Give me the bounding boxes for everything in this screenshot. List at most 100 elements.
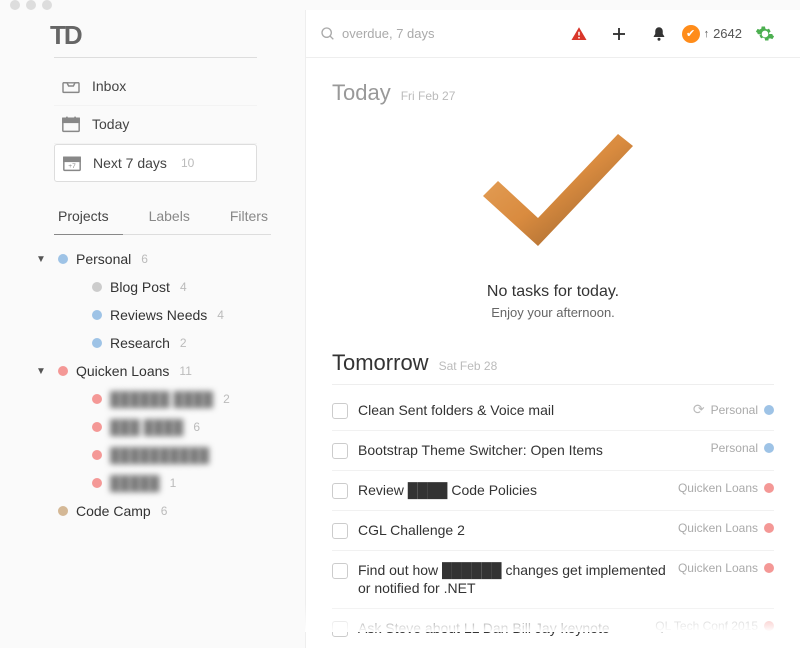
sidebar: TD InboxToday+7Next 7 days10 ProjectsLab… [0,10,305,648]
project-name: Code Camp [76,503,151,519]
project-count: 4 [180,280,187,294]
checkmark-hero-icon [453,126,653,266]
search-icon [320,26,336,42]
view-inbox[interactable]: Inbox [54,68,257,105]
project-color-dot [92,282,102,292]
project-name: Research [110,335,170,351]
view-label: Inbox [92,78,126,94]
task-row[interactable]: CGL Challenge 2 Quicken Loans [332,511,774,551]
svg-text:+7: +7 [68,163,76,170]
settings-button[interactable] [748,17,782,51]
project-count: 6 [193,420,200,434]
view-icon: +7 [61,153,83,173]
project-name: Blog Post [110,279,170,295]
project-item[interactable]: █████ 1 [70,469,281,497]
view-label: Today [92,116,129,132]
project-item[interactable]: Code Camp 6 [36,497,281,525]
project-count: 2 [180,336,187,350]
section-header: TomorrowSat Feb 28 [332,350,774,385]
section-date: Fri Feb 27 [401,89,456,103]
project-item[interactable]: ██████ ████2 [70,385,281,413]
project-name: Reviews Needs [110,307,207,323]
task-checkbox[interactable] [332,443,348,459]
chevron-down-icon[interactable]: ▼ [36,366,50,377]
task-row[interactable]: Find out how ██████ changes get implemen… [332,551,774,610]
task-checkbox[interactable] [332,403,348,419]
section-header: Today Fri Feb 27 [332,80,774,114]
sync-alert-button[interactable] [562,17,596,51]
alert-icon [570,25,588,43]
project-item[interactable]: Blog Post 4 [70,273,281,301]
project-name: Personal [76,251,131,267]
add-task-button[interactable] [602,17,636,51]
section-title: Today [332,80,391,106]
view-today[interactable]: Today [54,106,257,143]
project-name: Quicken Loans [76,363,169,379]
task-title: Clean Sent folders & Voice mail [358,401,683,420]
project-color-dot [92,478,102,488]
project-color-dot [92,422,102,432]
task-title: Find out how ██████ changes get implemen… [358,561,668,599]
notifications-button[interactable] [642,17,676,51]
task-checkbox[interactable] [332,483,348,499]
tab-filters[interactable]: Filters [226,200,282,234]
project-color-dot [92,310,102,320]
view-count: 10 [181,156,194,170]
empty-title: No tasks for today. [332,283,774,301]
project-color-dot [92,338,102,348]
task-checkbox[interactable] [332,523,348,539]
view-icon [60,114,82,134]
project-item[interactable]: ▼Personal6 [36,245,281,273]
project-color-dot [92,394,102,404]
gear-icon [755,24,775,44]
karma-score[interactable]: ✔ ↑ 2642 [682,25,742,43]
task-project-dot [764,523,774,533]
tab-projects[interactable]: Projects [54,200,123,235]
project-color-dot [58,506,68,516]
project-name: █████ [110,475,160,491]
toolbar: overdue, 7 days ✔ ↑ 2642 [306,10,800,58]
task-row[interactable]: Clean Sent folders & Voice mail⟳Personal [332,391,774,431]
task-project-dot [764,483,774,493]
task-project-label: Quicken Loans [678,561,758,575]
task-title: Bootstrap Theme Switcher: Open Items [358,441,701,460]
task-project-label: Quicken Loans [678,481,758,495]
project-count: 6 [161,504,168,518]
project-color-dot [58,254,68,264]
task-title: CGL Challenge 2 [358,521,668,540]
view-icon [60,76,82,96]
plus-icon [610,25,628,43]
project-color-dot [58,366,68,376]
project-color-dot [92,450,102,460]
karma-arrow-icon: ↑ [704,28,710,40]
karma-badge-icon: ✔ [682,25,700,43]
task-row[interactable]: Review ████ Code PoliciesQuicken Loans [332,471,774,511]
task-row[interactable]: Bootstrap Theme Switcher: Open ItemsPers… [332,431,774,471]
project-count: 11 [179,364,191,378]
section-title: Tomorrow [332,350,429,376]
project-item[interactable]: ██████████ [70,441,281,469]
task-project-label: Quicken Loans [678,521,758,535]
view-next-7-days[interactable]: +7Next 7 days10 [54,144,257,182]
project-item[interactable]: ███ ████6 [70,413,281,441]
project-item[interactable]: ▼ Quicken Loans 11 [36,357,281,385]
window-titlebar [0,0,800,10]
main-panel: overdue, 7 days ✔ ↑ 2642 [305,10,800,648]
tab-labels[interactable]: Labels [145,200,204,234]
chevron-down-icon[interactable]: ▼ [36,254,50,265]
window-close-dot[interactable] [10,0,20,10]
project-count: 1 [170,476,177,490]
task-project-label: Personal [711,403,758,417]
project-count: 4 [217,308,224,322]
window-min-dot[interactable] [26,0,36,10]
search-input[interactable]: overdue, 7 days [320,26,556,42]
window-max-dot[interactable] [42,0,52,10]
empty-state: No tasks for today.Enjoy your afternoon. [332,126,774,320]
task-project-dot [764,405,774,415]
project-name: ██████████ [110,447,209,463]
project-count: 2 [223,392,230,406]
task-checkbox[interactable] [332,563,348,579]
project-item[interactable]: Research 2 [70,329,281,357]
karma-value: 2642 [713,26,742,41]
project-item[interactable]: Reviews Needs 4 [70,301,281,329]
